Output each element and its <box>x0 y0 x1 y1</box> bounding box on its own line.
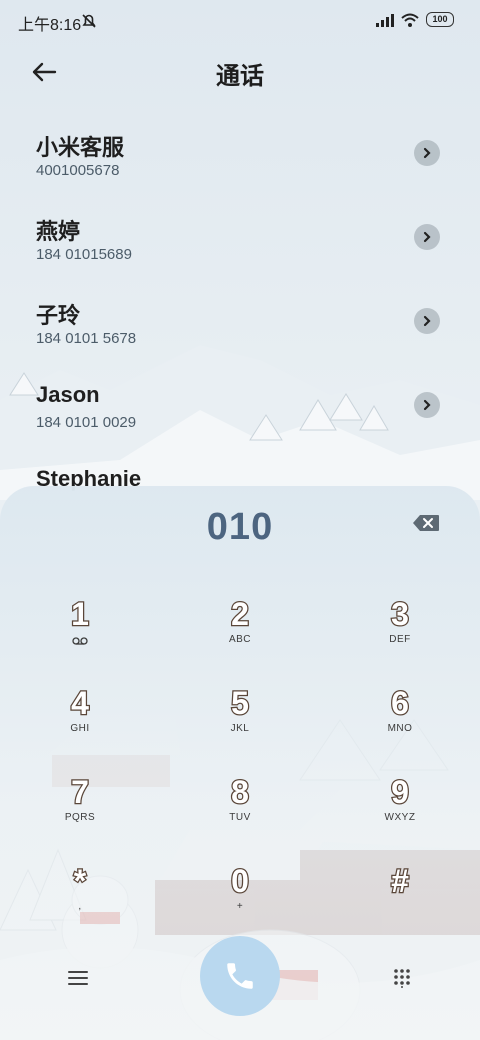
key-4[interactable]: 4 GHI <box>20 684 140 761</box>
page-title: 通话 <box>216 63 264 90</box>
key-6[interactable]: 6 MNO <box>340 684 460 761</box>
contact-number: 184 0101 0029 <box>36 414 137 431</box>
key-letters: GHI <box>70 723 90 734</box>
key-2[interactable]: 2 ABC <box>180 595 300 672</box>
key-digit: 0 <box>230 862 250 901</box>
status-bar: 上午8:16 100 <box>0 0 480 40</box>
contact-row[interactable]: 燕婷 184 01015689 <box>0 196 480 280</box>
key-digit: 5 <box>230 684 250 723</box>
key-letters: + <box>236 901 244 912</box>
key-digit: 3 <box>390 595 410 634</box>
contact-number: 184 01015689 <box>36 246 132 263</box>
key-digit: 4 <box>70 684 90 723</box>
contact-name: Jason <box>36 382 100 407</box>
contact-row[interactable]: 子玲 184 0101 5678 <box>0 280 480 364</box>
mute-icon <box>82 14 96 28</box>
key-letters: WXYZ <box>384 812 416 823</box>
key-digit: 7 <box>70 773 90 812</box>
key-digit: 6 <box>390 684 410 723</box>
keypad-icon <box>394 969 410 988</box>
key-letters: DEF <box>389 634 411 645</box>
key-hash[interactable]: # <box>340 862 460 939</box>
contact-row[interactable]: Jason 184 0101 0029 <box>0 364 480 448</box>
key-7[interactable]: 7 PQRS <box>20 773 140 850</box>
call-button[interactable] <box>200 936 280 1016</box>
key-letters: JKL <box>230 723 250 734</box>
key-5[interactable]: 5 JKL <box>180 684 300 761</box>
contact-name: 小米客服 <box>36 135 125 160</box>
key-digit: 8 <box>230 773 250 812</box>
menu-icon <box>68 971 88 985</box>
key-digit: 9 <box>390 773 410 812</box>
contact-suggestion-list: 小米客服 4001005678 燕婷 184 01015689 子玲 184 0… <box>0 112 480 532</box>
key-letters: MNO <box>387 723 413 734</box>
key-digit: * <box>73 862 88 901</box>
status-time: 上午8:16 <box>18 17 82 34</box>
key-digit: 1 <box>70 595 90 634</box>
key-letters: PQRS <box>64 812 96 823</box>
contact-name: 燕婷 <box>36 219 81 244</box>
contact-detail-button[interactable] <box>414 392 440 418</box>
chevron-right-icon <box>423 399 431 411</box>
key-0[interactable]: 0 + <box>180 862 300 939</box>
key-digit: 2 <box>230 595 250 634</box>
key-star[interactable]: * , <box>20 862 140 939</box>
battery-indicator: 100 <box>426 12 454 27</box>
dialer-action-bar <box>0 932 480 1032</box>
wifi-icon <box>401 13 419 27</box>
voicemail-icon <box>72 637 88 645</box>
dialed-number: 010 <box>206 506 274 548</box>
header: 通话 <box>0 44 480 98</box>
keypad-toggle-button[interactable] <box>386 962 418 994</box>
signal-icon <box>376 13 394 27</box>
key-digit: # <box>390 862 410 901</box>
contact-number: 4001005678 <box>36 162 120 179</box>
backspace-icon <box>413 515 439 531</box>
key-3[interactable]: 3 DEF <box>340 595 460 672</box>
key-letters: ABC <box>228 634 252 645</box>
phone-icon <box>227 963 253 989</box>
contact-number: 184 0101 5678 <box>36 330 137 347</box>
chevron-right-icon <box>423 315 431 327</box>
key-9[interactable]: 9 WXYZ <box>340 773 460 850</box>
chevron-right-icon <box>423 231 431 243</box>
key-letters: TUV <box>229 812 251 823</box>
menu-button[interactable] <box>62 962 94 994</box>
chevron-right-icon <box>423 147 431 159</box>
contact-detail-button[interactable] <box>414 224 440 250</box>
contact-row[interactable]: 小米客服 4001005678 <box>0 112 480 196</box>
backspace-button[interactable] <box>412 514 442 536</box>
key-8[interactable]: 8 TUV <box>180 773 300 850</box>
key-letters: , <box>78 901 82 912</box>
key-1[interactable]: 1 <box>20 595 140 672</box>
contact-detail-button[interactable] <box>414 140 440 166</box>
contact-name: 子玲 <box>36 303 81 328</box>
contact-detail-button[interactable] <box>414 308 440 334</box>
